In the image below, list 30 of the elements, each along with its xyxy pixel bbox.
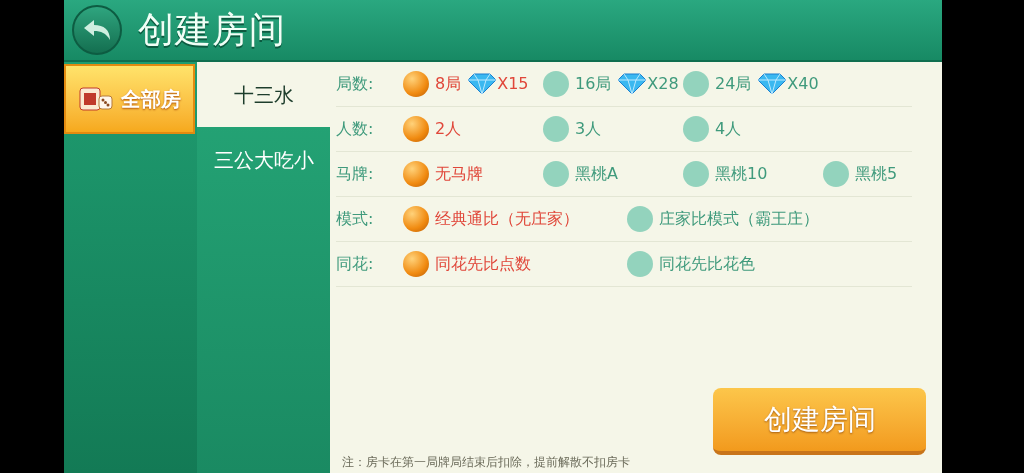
radio-option[interactable]: 16局 X28 [543, 71, 683, 97]
note-text: 注：房卡在第一局牌局结束后扣除，提前解散不扣房卡 [342, 454, 630, 471]
radio-option[interactable]: 4人 [683, 116, 823, 142]
radio-option[interactable]: 8局 X15 [403, 71, 543, 97]
setting-label: 模式: [336, 208, 375, 230]
window-title: 创建房间 [138, 8, 286, 52]
create-room-button[interactable]: 创建房间 [713, 388, 926, 455]
back-button[interactable] [72, 5, 122, 55]
radio-option[interactable]: 同花先比点数 [403, 251, 627, 277]
tile-dice-icon [78, 86, 113, 112]
diamond-icon [757, 73, 788, 95]
radio-option[interactable]: 黑桃A [543, 161, 683, 187]
setting-label: 人数: [336, 118, 375, 140]
radio-option[interactable]: 黑桃10 [683, 161, 823, 187]
setting-label: 同花: [336, 253, 375, 275]
setting-label: 马牌: [336, 163, 375, 185]
game-tab[interactable]: 三公大吃小 [197, 127, 330, 192]
back-arrow-icon [82, 18, 112, 42]
radio-option[interactable]: 24局 X40 [683, 71, 823, 97]
radio-option[interactable]: 同花先比花色 [627, 251, 851, 277]
game-tab[interactable]: 十三水 [197, 62, 330, 127]
radio-option[interactable]: 经典通比（无庄家） [403, 206, 627, 232]
radio-option[interactable]: 3人 [543, 116, 683, 142]
radio-option[interactable]: 庄家比模式（霸王庄） [627, 206, 851, 232]
setting-label: 局数: [336, 73, 375, 95]
radio-option[interactable]: 无马牌 [403, 161, 543, 187]
diamond-icon [617, 73, 648, 95]
radio-option[interactable]: 黑桃5 [823, 161, 912, 187]
diamond-icon [467, 73, 498, 95]
radio-option[interactable]: 2人 [403, 116, 543, 142]
